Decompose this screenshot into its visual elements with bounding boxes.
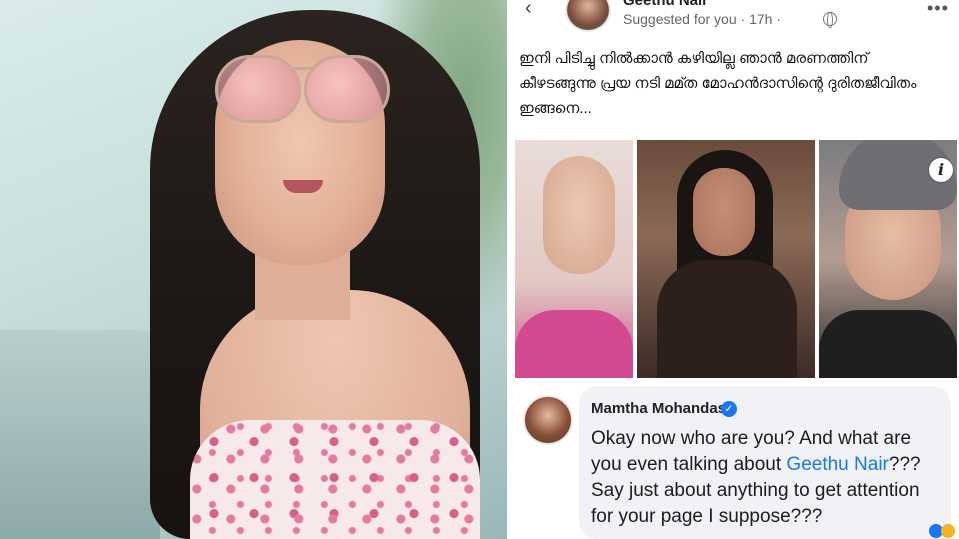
post-image-collage[interactable]: i <box>515 140 957 378</box>
right-lens <box>304 55 390 123</box>
author-avatar[interactable] <box>565 0 611 32</box>
pink-top <box>515 310 633 378</box>
portrait-face-1 <box>543 156 615 274</box>
black-scarf <box>819 310 957 378</box>
facebook-post-screenshot: ‹ Geethu Nair Suggested for you · 17h · … <box>507 0 959 539</box>
haha-reaction-icon <box>941 524 955 538</box>
commenter-avatar[interactable] <box>523 395 573 445</box>
comment-bubble: Mamtha Mohandas ✓ Okay now who are you? … <box>579 386 951 539</box>
collage-image-2[interactable] <box>637 140 815 378</box>
comment-text: Okay now who are you? And what are you e… <box>591 426 941 530</box>
globe-icon <box>823 12 837 28</box>
actress-photo <box>0 0 507 539</box>
portrait-body-2 <box>657 260 797 378</box>
sunglasses <box>215 55 390 130</box>
info-icon[interactable]: i <box>929 158 953 182</box>
back-arrow-icon[interactable]: ‹ <box>525 0 539 18</box>
post-text: ഇനി പിടിച്ചു നിൽക്കാൻ കഴിയില്ല ഞാൻ മരണത്… <box>519 50 917 117</box>
mention-link[interactable]: Geethu Nair <box>786 454 888 475</box>
verified-badge-icon: ✓ <box>721 401 737 417</box>
more-options-icon[interactable]: ••• <box>927 0 949 19</box>
left-lens <box>215 55 301 123</box>
commenter-name[interactable]: Mamtha Mohandas <box>591 400 726 417</box>
portrait-face-2 <box>693 168 755 256</box>
floral-dress <box>190 420 480 539</box>
post-author-name[interactable]: Geethu Nair <box>623 0 708 9</box>
post-meta: Suggested for you · 17h · <box>623 11 781 27</box>
background-wall <box>0 330 160 539</box>
collage-image-1[interactable] <box>515 140 633 378</box>
post-header: ‹ Geethu Nair Suggested for you · 17h · … <box>507 0 959 32</box>
